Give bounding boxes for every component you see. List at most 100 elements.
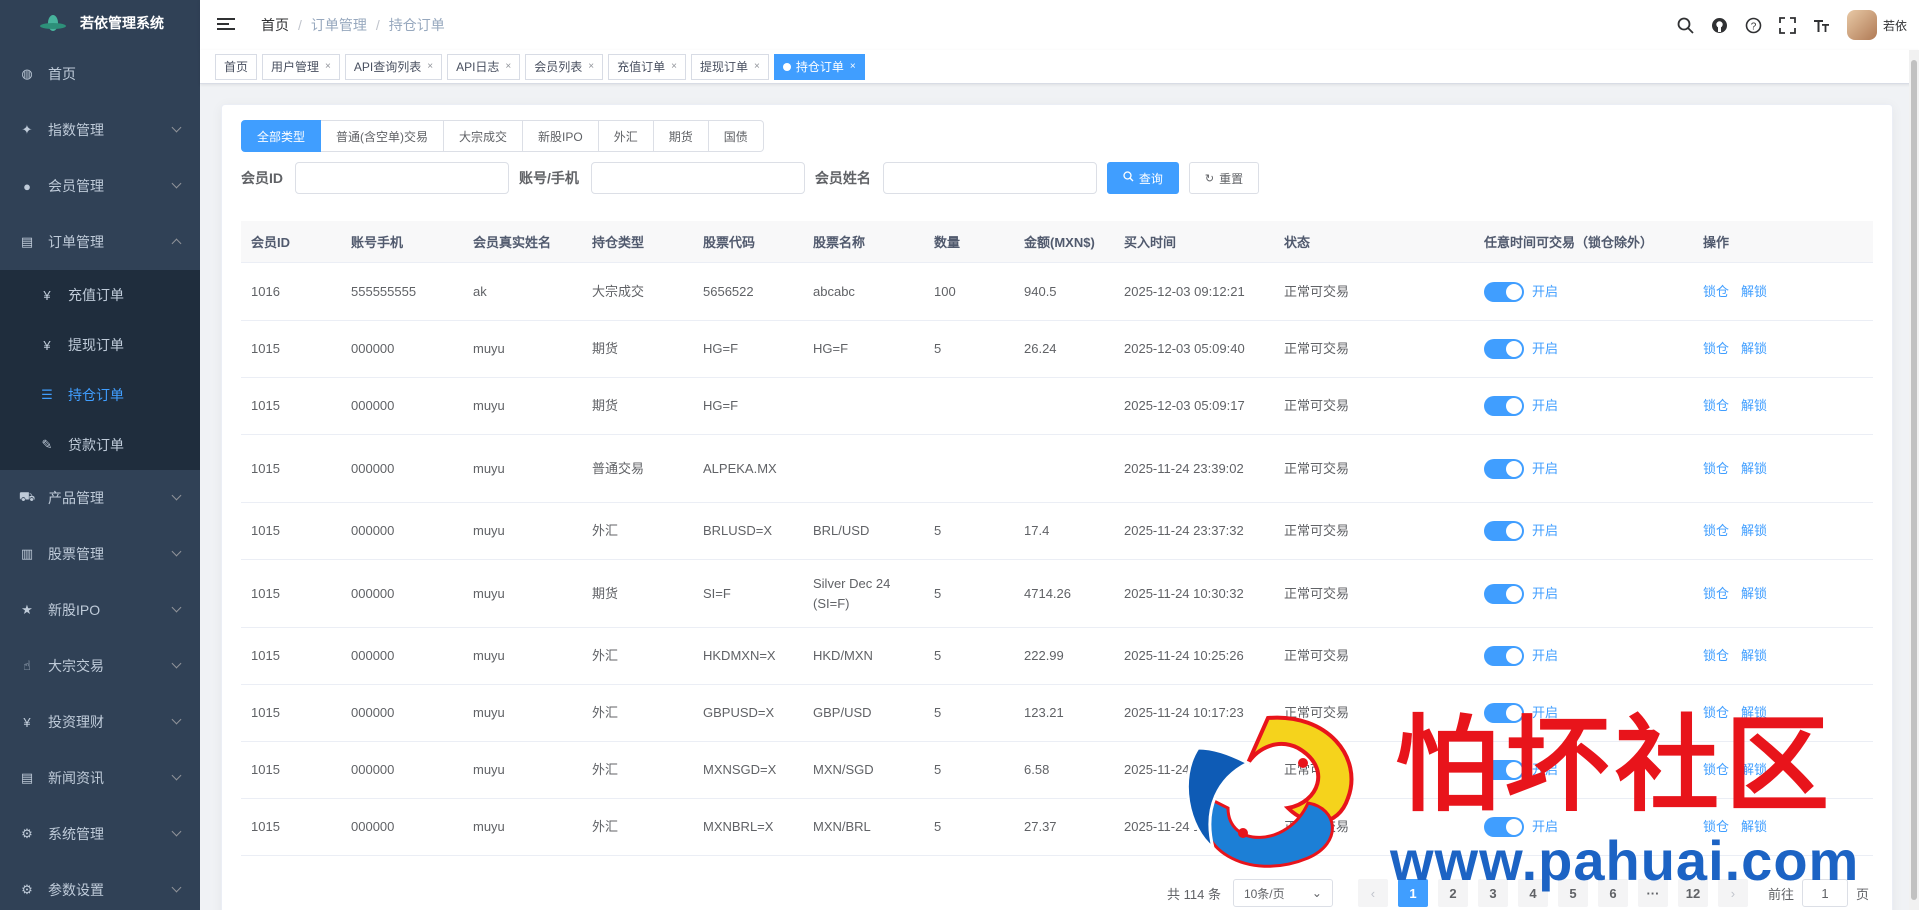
sidebar-item-7[interactable]: ⚙ 参数设置 bbox=[0, 862, 200, 910]
type-filter-5[interactable]: 期货 bbox=[653, 120, 709, 152]
tradable-switch[interactable] bbox=[1484, 583, 1524, 604]
lock-button[interactable]: 锁仓 bbox=[1703, 398, 1729, 413]
unlock-button[interactable]: 解锁 bbox=[1741, 461, 1767, 476]
unlock-button[interactable]: 解锁 bbox=[1741, 819, 1767, 834]
page-4[interactable]: 5 bbox=[1557, 879, 1588, 907]
unlock-button[interactable]: 解锁 bbox=[1741, 341, 1767, 356]
sidebar-item-2[interactable]: ● 会员管理 bbox=[0, 158, 200, 214]
submenu-item-2[interactable]: ☰ 持仓订单 bbox=[0, 370, 200, 420]
search-icon[interactable] bbox=[1677, 16, 1695, 34]
submenu-item-3[interactable]: ✎ 贷款订单 bbox=[0, 420, 200, 470]
table-cell: 5 bbox=[934, 341, 942, 356]
close-icon[interactable]: × bbox=[850, 61, 856, 72]
vertical-scrollbar[interactable] bbox=[1909, 50, 1919, 910]
page-size-select[interactable]: 10条/页 ⌄ bbox=[1232, 879, 1333, 907]
tradable-switch[interactable] bbox=[1484, 521, 1524, 542]
page-6[interactable]: ··· bbox=[1637, 879, 1668, 907]
page-7[interactable]: 12 bbox=[1677, 879, 1708, 907]
github-icon[interactable] bbox=[1711, 16, 1729, 34]
page-0[interactable]: 1 bbox=[1397, 879, 1428, 907]
reset-button[interactable]: ↻ 重置 bbox=[1188, 162, 1260, 194]
lock-button[interactable]: 锁仓 bbox=[1703, 705, 1729, 720]
unlock-button[interactable]: 解锁 bbox=[1741, 523, 1767, 538]
table-cell: 26.24 bbox=[1024, 341, 1057, 356]
sidebar-item-1[interactable]: ✦ 指数管理 bbox=[0, 102, 200, 158]
tab-2[interactable]: API查询列表 × bbox=[344, 53, 443, 80]
page-2[interactable]: 3 bbox=[1477, 879, 1508, 907]
tradable-switch[interactable] bbox=[1484, 339, 1524, 360]
tab-3[interactable]: API日志 × bbox=[447, 53, 521, 80]
unlock-button[interactable]: 解锁 bbox=[1741, 648, 1767, 663]
sidebar-item-0[interactable]: ◍ 首页 bbox=[0, 46, 200, 102]
member-id-input[interactable] bbox=[295, 162, 509, 194]
page-5[interactable]: 6 bbox=[1597, 879, 1628, 907]
avatar[interactable] bbox=[1846, 10, 1877, 40]
unlock-button[interactable]: 解锁 bbox=[1741, 705, 1767, 720]
tradable-switch[interactable] bbox=[1484, 760, 1524, 781]
close-icon[interactable]: × bbox=[427, 61, 433, 72]
lock-button[interactable]: 锁仓 bbox=[1703, 341, 1729, 356]
submenu-item-0[interactable]: ¥ 充值订单 bbox=[0, 270, 200, 320]
tradable-switch[interactable] bbox=[1484, 281, 1524, 302]
tab-1[interactable]: 用户管理 × bbox=[262, 53, 340, 80]
font-size-icon[interactable] bbox=[1813, 16, 1831, 34]
close-icon[interactable]: × bbox=[588, 61, 594, 72]
account-input[interactable] bbox=[590, 162, 805, 194]
tradable-switch[interactable] bbox=[1484, 458, 1524, 479]
unlock-button[interactable]: 解锁 bbox=[1741, 284, 1767, 299]
table-row: 1015 000000 muyu 外汇 BRLUSD=X BRL/USD 5 17.4 2025… bbox=[241, 503, 1873, 560]
member-name-input[interactable] bbox=[882, 162, 1097, 194]
app-logo[interactable]: 若依管理系统 bbox=[0, 0, 200, 46]
lock-button[interactable]: 锁仓 bbox=[1703, 284, 1729, 299]
unlock-button[interactable]: 解锁 bbox=[1741, 762, 1767, 777]
sidebar-item-1[interactable]: ▥ 股票管理 bbox=[0, 526, 200, 582]
unlock-button[interactable]: 解锁 bbox=[1741, 398, 1767, 413]
unlock-button[interactable]: 解锁 bbox=[1741, 586, 1767, 601]
hamburger-icon[interactable] bbox=[217, 18, 235, 32]
sidebar-item-3[interactable]: ▤ 订单管理 bbox=[0, 214, 200, 270]
tradable-switch[interactable] bbox=[1484, 703, 1524, 724]
sidebar-item-0[interactable]: ⛟ 产品管理 bbox=[0, 470, 200, 526]
lock-button[interactable]: 锁仓 bbox=[1703, 819, 1729, 834]
sidebar-item-3[interactable]: ☝ 大宗交易 bbox=[0, 638, 200, 694]
type-filter-4[interactable]: 外汇 bbox=[598, 120, 654, 152]
lock-button[interactable]: 锁仓 bbox=[1703, 586, 1729, 601]
sidebar-item-4[interactable]: ¥ 投资理财 bbox=[0, 694, 200, 750]
close-icon[interactable]: × bbox=[671, 61, 677, 72]
close-icon[interactable]: × bbox=[325, 61, 331, 72]
type-filter-2[interactable]: 大宗成交 bbox=[444, 120, 524, 152]
breadcrumb-home[interactable]: 首页 bbox=[261, 15, 289, 35]
lock-button[interactable]: 锁仓 bbox=[1703, 523, 1729, 538]
submenu-item-1[interactable]: ¥ 提现订单 bbox=[0, 320, 200, 370]
lock-button[interactable]: 锁仓 bbox=[1703, 461, 1729, 476]
search-button[interactable]: 查询 bbox=[1106, 162, 1179, 194]
goto-page-input[interactable]: 1 bbox=[1801, 879, 1848, 907]
tradable-switch[interactable] bbox=[1484, 396, 1524, 417]
next-page-button[interactable]: › bbox=[1717, 879, 1748, 907]
tab-5[interactable]: 充值订单 × bbox=[608, 53, 686, 80]
page-3[interactable]: 4 bbox=[1517, 879, 1548, 907]
type-filter-1[interactable]: 普通(含空单)交易 bbox=[321, 120, 445, 152]
table-cell: 222.99 bbox=[1024, 648, 1064, 663]
username[interactable]: 若依 bbox=[1883, 17, 1907, 34]
close-icon[interactable]: × bbox=[754, 61, 760, 72]
tab-7[interactable]: 持仓订单 × bbox=[773, 53, 865, 80]
prev-page-button[interactable]: ‹ bbox=[1357, 879, 1388, 907]
help-icon[interactable]: ? bbox=[1745, 16, 1763, 34]
type-filter-0[interactable]: 全部类型 bbox=[241, 120, 322, 152]
lock-button[interactable]: 锁仓 bbox=[1703, 762, 1729, 777]
sidebar-item-5[interactable]: ▤ 新闻资讯 bbox=[0, 750, 200, 806]
tab-0[interactable]: 首页 bbox=[215, 53, 258, 80]
type-filter-6[interactable]: 国债 bbox=[708, 120, 764, 152]
close-icon[interactable]: × bbox=[505, 61, 511, 72]
tradable-switch[interactable] bbox=[1484, 646, 1524, 667]
sidebar-item-6[interactable]: ⚙ 系统管理 bbox=[0, 806, 200, 862]
type-filter-3[interactable]: 新股IPO bbox=[523, 120, 599, 152]
tradable-switch[interactable] bbox=[1484, 817, 1524, 838]
page-1[interactable]: 2 bbox=[1437, 879, 1468, 907]
fullscreen-icon[interactable] bbox=[1779, 16, 1797, 34]
lock-button[interactable]: 锁仓 bbox=[1703, 648, 1729, 663]
tab-4[interactable]: 会员列表 × bbox=[525, 53, 604, 80]
sidebar-item-2[interactable]: ★ 新股IPO bbox=[0, 582, 200, 638]
tab-6[interactable]: 提现订单 × bbox=[690, 53, 769, 80]
